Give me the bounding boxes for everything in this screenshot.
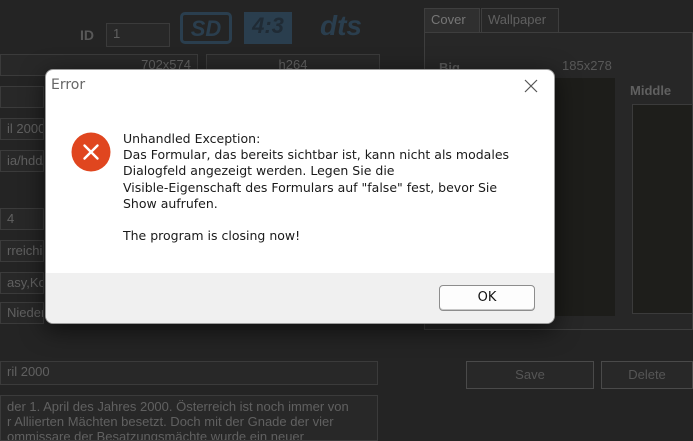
message-line: The program is closing now! [123, 228, 301, 244]
close-button[interactable] [516, 73, 546, 99]
dialog-title: Error [51, 77, 86, 93]
message-line: Show aufrufen. [123, 195, 218, 211]
close-icon [524, 79, 538, 93]
message-line: Unhandled Exception: [123, 131, 261, 146]
dialog-footer: OK [46, 273, 554, 323]
error-dialog: Error Unhandled Exception: Das Formular,… [45, 69, 555, 324]
error-x-icon [71, 132, 111, 172]
message-line: Visible-Eigenschaft des Formulars auf "f… [123, 179, 498, 195]
ok-button[interactable]: OK [439, 285, 535, 311]
error-message: Unhandled Exception: Das Formular, das b… [123, 131, 533, 244]
dialog-titlebar: Error [46, 70, 554, 102]
message-line [123, 212, 533, 228]
message-line: Das Formular, das bereits sichtbar ist, … [123, 147, 510, 163]
message-line: Dialogfeld angezeigt werden. Legen Sie d… [123, 163, 395, 179]
